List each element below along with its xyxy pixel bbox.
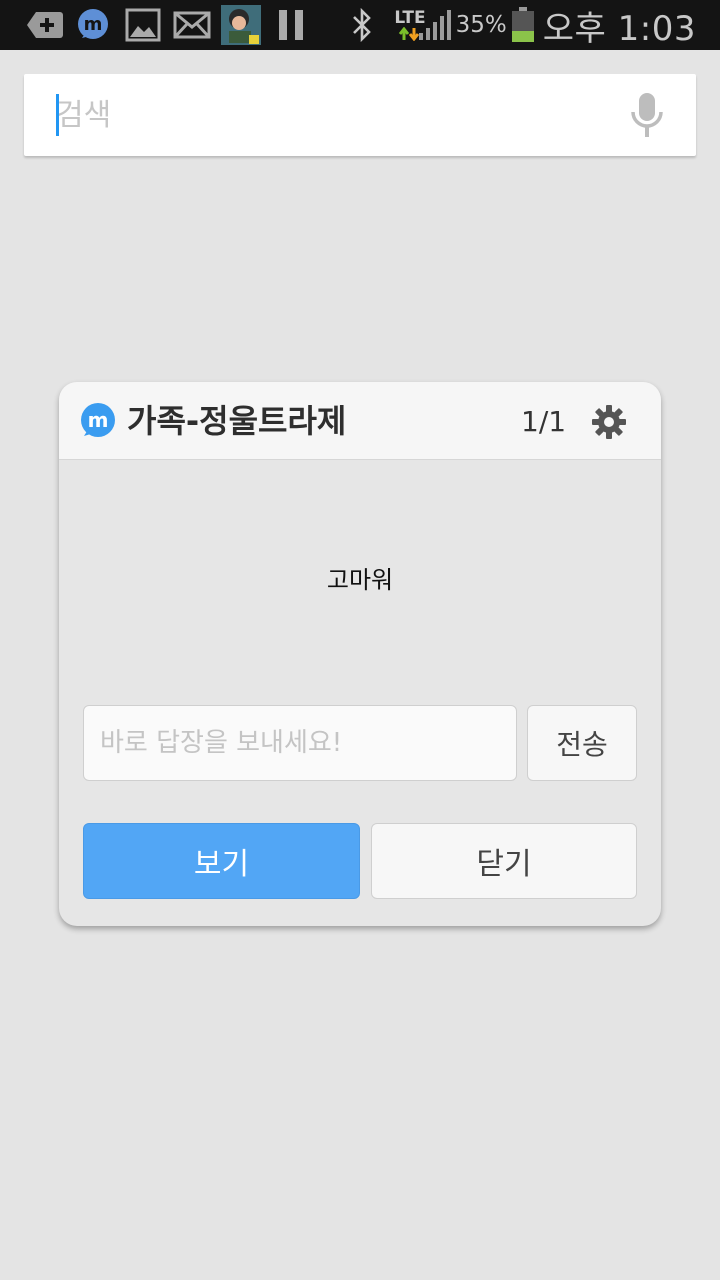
add-notification-icon [26,10,64,40]
page-counter: 1/1 [521,405,567,438]
bluetooth-icon [346,8,378,42]
svg-text:m: m [88,408,109,432]
text-cursor [56,94,59,136]
svg-text:m: m [84,14,103,35]
status-bar: m LTE 35% 오후 1:03 [0,0,720,50]
status-indicators: 35% 오후 1:03 [418,0,696,50]
image-icon [124,8,162,42]
message-body: 고마워 [326,566,394,594]
battery-icon [511,7,535,43]
clock: 오후 1:03 [542,8,696,49]
message-popup: m 가족-정울트라제 1/1 고마워 전송 보기 닫기 [59,382,661,926]
signal-icon [418,9,452,41]
notification-icons: m LTE [26,0,438,50]
send-button[interactable]: 전송 [527,705,637,781]
pause-icon [276,9,306,41]
battery-percent: 35% [455,12,507,38]
reply-input[interactable] [83,705,517,781]
mypeople-icon: m [76,8,110,42]
mypeople-logo-icon: m [81,403,115,437]
microphone-icon[interactable] [622,88,672,142]
game-avatar-icon [220,5,262,45]
search-bar[interactable] [24,74,696,156]
search-input[interactable] [56,94,616,136]
popup-title: 가족-정울트라제 [127,402,347,440]
view-button[interactable]: 보기 [83,823,360,899]
mail-icon [172,11,212,39]
close-button[interactable]: 닫기 [371,823,637,899]
gear-icon[interactable] [591,404,627,440]
popup-header: m 가족-정울트라제 1/1 [59,382,661,460]
